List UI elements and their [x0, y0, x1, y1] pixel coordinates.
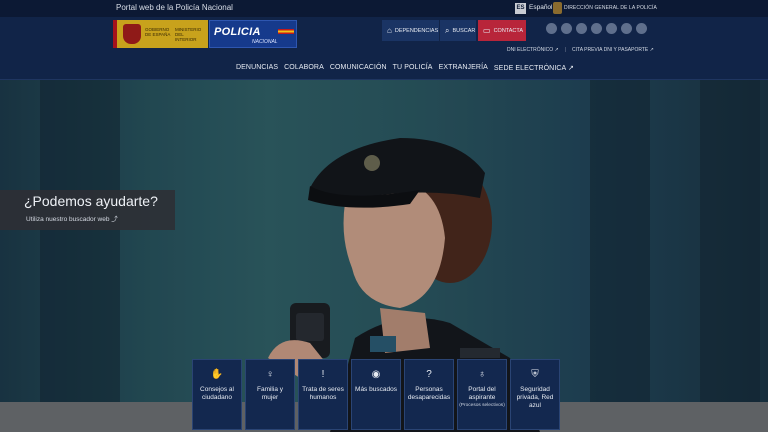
nav-extranjeria[interactable]: EXTRANJERÍA — [439, 64, 488, 72]
coat-of-arms-icon — [123, 24, 141, 44]
help-search-box[interactable]: ¿Podemos ayudarte? Utiliza nuestro busca… — [0, 190, 175, 230]
dependencias-button[interactable]: ⌂ DEPENDENCIAS — [382, 20, 439, 41]
hero-banner: ¿Podemos ayudarte? Utiliza nuestro busca… — [0, 80, 768, 432]
card-label: Trata de seres humanos — [302, 386, 344, 401]
pn-logo-sub: NACIONAL — [252, 39, 278, 45]
card-familia[interactable]: ♀ Familia y mujer — [245, 359, 295, 430]
hand-icon: ✋ — [210, 369, 224, 380]
site-header: GOBIERNO DE ESPAÑA MINISTERIO DEL INTERI… — [0, 17, 768, 80]
contact-label: CONTACTA — [493, 27, 523, 34]
pn-logo-title: POLICIA — [214, 26, 261, 38]
medal-icon: ♁ — [478, 369, 486, 380]
dependencias-label: DEPENDENCIAS — [394, 27, 439, 34]
nav-comunicacion[interactable]: COMUNICACIÓN — [330, 64, 387, 72]
contact-button[interactable]: ▭ CONTACTA — [478, 20, 526, 41]
card-label: Personas desaparecidas — [407, 386, 451, 401]
quick-access-cards: ✋ Consejos al ciudadano ♀ Familia y muje… — [192, 359, 560, 430]
instagram-icon[interactable] — [591, 23, 602, 34]
card-mas-buscados[interactable]: ◉ Más buscados — [351, 359, 401, 430]
policia-nacional-logo[interactable]: POLICIA NACIONAL — [209, 20, 297, 48]
card-sublabel: (Procesos selectivos) — [459, 403, 505, 408]
site-title: Portal web de la Policía Nacional — [116, 3, 233, 12]
card-label: Familia y mujer — [256, 386, 283, 401]
card-trata[interactable]: ! Trata de seres humanos — [298, 359, 348, 430]
social-links — [546, 23, 647, 34]
cita-previa-link[interactable]: CITA PREVIA DNI Y PASAPORTE ↗ — [572, 47, 654, 53]
nav-tu-policia[interactable]: TU POLICÍA — [393, 64, 433, 72]
shield-icon: ⛨ — [531, 369, 539, 380]
dni-electronico-link[interactable]: DNI ELECTRÓNICO ↗ — [507, 47, 559, 53]
fingerprint-icon: ◉ — [371, 369, 381, 380]
tiktok-icon[interactable] — [636, 23, 647, 34]
gov-logo-line2: MINISTERIO DEL INTERIOR — [175, 27, 202, 42]
card-label: Seguridad privada, Red azul — [516, 386, 554, 409]
flag-stripe — [113, 20, 117, 48]
exclamation-icon: ! — [321, 369, 325, 380]
facebook-icon[interactable] — [561, 23, 572, 34]
gov-logo-line1: GOBIERNO DE ESPAÑA — [145, 27, 171, 37]
search-label: BUSCAR — [452, 27, 476, 34]
search-icon: ⌕ — [445, 25, 450, 35]
building-icon: ⌂ — [387, 26, 392, 35]
card-label: Más buscados — [355, 386, 397, 393]
chat-icon: ▭ — [483, 26, 491, 35]
card-aspirante[interactable]: ♁ Portal del aspirante (Procesos selecti… — [457, 359, 507, 430]
help-title: ¿Podemos ayudarte? — [24, 193, 158, 209]
divider: | — [564, 47, 567, 53]
search-button[interactable]: ⌕ BUSCAR — [440, 20, 476, 41]
card-desaparecidas[interactable]: ? Personas desaparecidas — [404, 359, 454, 430]
twitter-icon[interactable] — [546, 23, 557, 34]
card-seguridad-privada[interactable]: ⛨ Seguridad privada, Red azul — [510, 359, 560, 430]
directorate-link[interactable]: DIRECCIÓN GENERAL DE LA POLICÍA — [564, 5, 657, 11]
main-navigation: DENUNCIAS COLABORA COMUNICACIÓN TU POLIC… — [236, 64, 574, 72]
government-logo[interactable]: GOBIERNO DE ESPAÑA MINISTERIO DEL INTERI… — [113, 20, 208, 48]
secondary-links: DNI ELECTRÓNICO ↗ | CITA PREVIA DNI Y PA… — [507, 47, 654, 53]
nav-sede-electronica[interactable]: SEDE ELECTRÓNICA ↗ — [494, 64, 574, 72]
pn-logo-flag — [278, 29, 294, 34]
nav-denuncias[interactable]: DENUNCIAS — [236, 64, 278, 72]
card-label: Consejos al ciudadano — [200, 386, 234, 401]
top-bar: Portal web de la Policía Nacional ES Esp… — [0, 0, 768, 17]
question-icon: ? — [426, 369, 432, 380]
youtube-icon[interactable] — [576, 23, 587, 34]
card-consejos[interactable]: ✋ Consejos al ciudadano — [192, 359, 242, 430]
police-emblem-icon — [553, 2, 562, 14]
card-label: Portal del aspirante — [468, 386, 496, 401]
language-badge[interactable]: ES — [515, 3, 526, 14]
tuenti-icon[interactable] — [606, 23, 617, 34]
telegram-icon[interactable] — [621, 23, 632, 34]
woman-icon: ♀ — [266, 369, 274, 380]
nav-colabora[interactable]: COLABORA — [284, 64, 324, 72]
help-subtitle-link[interactable]: Utiliza nuestro buscador web ⤴ — [26, 213, 118, 223]
language-selector[interactable]: Español — [529, 4, 553, 11]
